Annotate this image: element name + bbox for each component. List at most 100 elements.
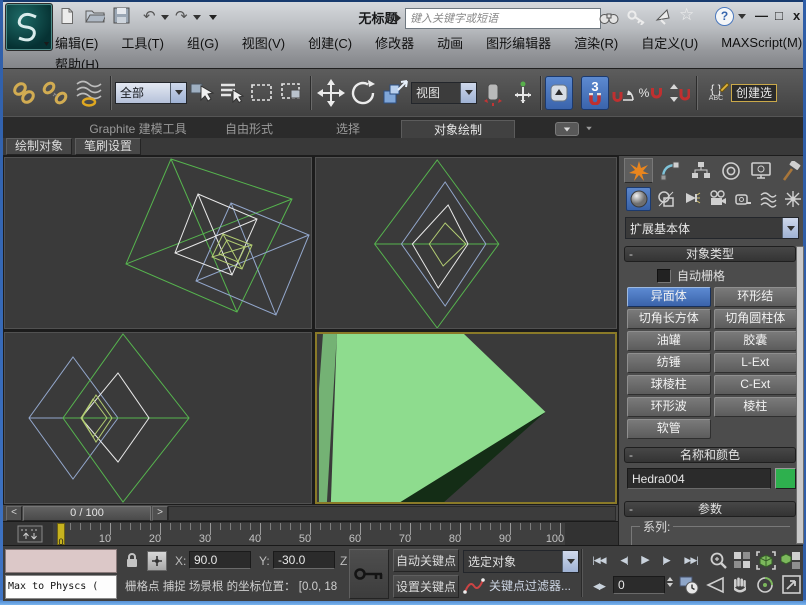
tab-hierarchy[interactable] xyxy=(686,158,715,183)
time-slider-track[interactable] xyxy=(168,506,616,521)
viewport-perspective-active[interactable] xyxy=(315,332,617,504)
menu-customize[interactable]: 自定义(U) xyxy=(641,33,698,52)
zoom-all-icon[interactable] xyxy=(733,551,751,572)
button-chamferbox[interactable]: 切角长方体 xyxy=(627,309,711,329)
set-key-big-button[interactable] xyxy=(349,549,389,599)
select-and-move-icon[interactable] xyxy=(315,75,347,111)
select-by-name-icon[interactable] xyxy=(217,75,247,111)
key-filters-button[interactable]: 关键点过滤器... xyxy=(489,576,577,597)
open-file-button[interactable] xyxy=(85,8,105,27)
zoom-extents-all-icon[interactable] xyxy=(781,551,801,573)
auto-key-button[interactable]: 自动关键点 xyxy=(393,549,459,572)
menu-edit[interactable]: 编辑(E) xyxy=(55,33,98,52)
ribbon-options-icon[interactable] xyxy=(586,127,592,131)
select-and-rotate-icon[interactable] xyxy=(347,75,379,111)
help-icon[interactable]: ? xyxy=(715,7,734,26)
default-tangent-icon[interactable] xyxy=(463,576,485,597)
use-pivot-center-icon[interactable] xyxy=(477,75,509,111)
zoom-icon[interactable] xyxy=(709,551,728,573)
ribbon-tab-freeform[interactable]: 自由形式 xyxy=(199,120,299,138)
menu-rendering[interactable]: 渲染(R) xyxy=(574,33,618,52)
ribbon-tab-object-paint[interactable]: 对象绘制 xyxy=(401,120,515,139)
track-bar-ruler[interactable]: 0 10 20 30 40 50 60 70 80 90 100 xyxy=(53,523,565,545)
selection-lock-icon[interactable] xyxy=(125,552,139,571)
viewport-left[interactable] xyxy=(4,332,312,504)
y-coordinate-field[interactable] xyxy=(273,551,335,569)
button-gengon[interactable]: 球棱柱 xyxy=(627,375,711,395)
play-button[interactable]: ▶ xyxy=(637,549,653,571)
absolute-mode-toggle-icon[interactable] xyxy=(147,551,167,571)
time-slider-next-button[interactable]: > xyxy=(152,506,168,521)
undo-dropdown-icon[interactable] xyxy=(161,15,169,20)
ribbon-panel-brush-settings[interactable]: 笔刷设置 xyxy=(75,138,141,155)
menu-group[interactable]: 组(G) xyxy=(187,33,219,52)
menu-create[interactable]: 创建(C) xyxy=(308,33,352,52)
search-input[interactable] xyxy=(405,8,601,29)
previous-frame-button[interactable]: ◀| xyxy=(615,549,633,571)
unlink-selection-icon[interactable] xyxy=(39,75,71,111)
select-object-icon[interactable] xyxy=(187,75,217,111)
button-c-ext[interactable]: C-Ext xyxy=(714,375,798,395)
tab-space-warps[interactable] xyxy=(755,187,780,211)
menu-graph-editors[interactable]: 图形编辑器 xyxy=(486,33,551,52)
button-chamfercyl[interactable]: 切角圆柱体 xyxy=(714,309,798,329)
tab-create[interactable] xyxy=(624,158,653,183)
rollout-name-color[interactable]: - 名称和颜色 xyxy=(624,447,796,463)
rollout-object-type[interactable]: - 对象类型 xyxy=(624,246,796,262)
tab-lights[interactable] xyxy=(679,187,704,211)
field-of-view-icon[interactable] xyxy=(706,576,726,597)
tab-cameras[interactable] xyxy=(705,187,730,211)
tab-shapes[interactable] xyxy=(653,187,678,211)
menu-tools[interactable]: 工具(T) xyxy=(121,33,164,52)
ribbon-tab-selection[interactable]: 选择 xyxy=(303,120,393,138)
go-to-start-button[interactable]: |◀◀ xyxy=(587,549,611,571)
minimize-ribbon-button[interactable] xyxy=(555,122,579,136)
redo-icon[interactable]: ↷ xyxy=(175,8,188,26)
menu-views[interactable]: 视图(V) xyxy=(242,33,285,52)
button-oiltank[interactable]: 油罐 xyxy=(627,331,711,351)
orbit-icon[interactable] xyxy=(755,575,775,598)
reference-coordinate-dropdown[interactable]: 视图 xyxy=(411,82,477,104)
save-button[interactable] xyxy=(113,7,130,27)
menu-help[interactable]: 帮助(H) xyxy=(55,54,99,68)
button-hose[interactable]: 软管 xyxy=(627,419,711,439)
button-torus-knot[interactable]: 环形结 xyxy=(714,287,798,307)
tab-utilities[interactable] xyxy=(776,158,805,183)
maximize-button[interactable]: □ xyxy=(775,8,783,23)
percent-snap-icon[interactable]: % xyxy=(637,75,665,111)
select-and-scale-icon[interactable] xyxy=(379,75,411,111)
time-slider-prev-button[interactable]: < xyxy=(6,506,22,521)
button-ringwave[interactable]: 环形波 xyxy=(627,397,711,417)
selection-filter-dropdown[interactable]: 全部 xyxy=(115,82,187,104)
button-hedra[interactable]: 异面体 xyxy=(627,287,711,307)
menu-modifiers[interactable]: 修改器 xyxy=(375,33,414,52)
category-dropdown[interactable]: 扩展基本体 xyxy=(625,217,799,239)
object-color-swatch[interactable] xyxy=(775,468,796,489)
object-name-field[interactable] xyxy=(627,468,771,489)
current-frame-field[interactable] xyxy=(613,576,665,594)
close-button[interactable]: x xyxy=(793,8,800,23)
ribbon-panel-paint-objects[interactable]: 绘制对象 xyxy=(6,138,72,155)
search-binoculars-icon[interactable] xyxy=(599,10,619,28)
tab-modify[interactable] xyxy=(655,158,684,183)
button-l-ext[interactable]: L-Ext xyxy=(714,353,798,373)
viewport-top[interactable] xyxy=(4,157,312,329)
tab-display[interactable] xyxy=(746,158,775,183)
bind-to-space-warp-icon[interactable] xyxy=(71,75,107,111)
communication-satellite-icon[interactable] xyxy=(654,8,672,28)
key-scope-dropdown[interactable]: 选定对象 xyxy=(463,550,579,573)
search-expand-icon[interactable] xyxy=(395,13,401,23)
time-slider-handle[interactable]: 0 / 100 xyxy=(23,506,151,521)
window-crossing-icon[interactable] xyxy=(277,75,307,111)
tab-helpers[interactable] xyxy=(730,187,755,211)
button-prism[interactable]: 棱柱 xyxy=(714,397,798,417)
frame-spinner[interactable] xyxy=(667,577,673,587)
select-and-manipulate-icon[interactable] xyxy=(509,75,537,111)
redo-dropdown-icon[interactable] xyxy=(193,15,201,20)
spinner-snap-icon[interactable] xyxy=(665,75,693,111)
help-dropdown-icon[interactable] xyxy=(738,14,746,19)
snap-toggle-3d-button[interactable]: 3 xyxy=(581,76,609,110)
autogrid-checkbox[interactable] xyxy=(657,269,671,283)
menu-maxscript[interactable]: MAXScript(M) xyxy=(721,35,802,50)
maxscript-mini-listener-white[interactable]: Max to Physcs ( xyxy=(5,575,117,599)
